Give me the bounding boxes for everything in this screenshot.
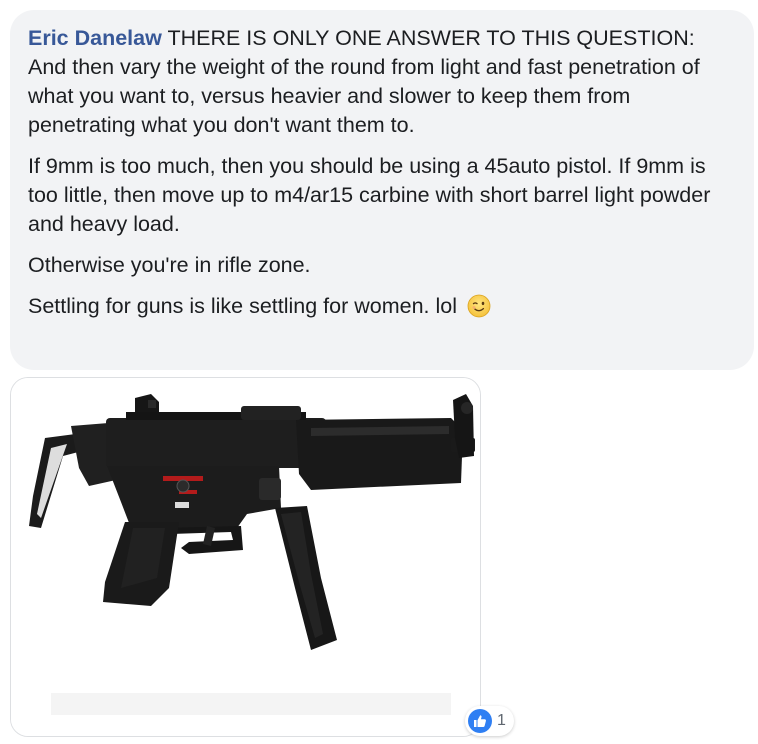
reaction-summary[interactable]: 1	[465, 706, 514, 736]
comment-first-paragraph: Eric Danelaw THERE IS ONLY ONE ANSWER TO…	[28, 24, 734, 140]
reaction-count: 1	[497, 712, 506, 729]
winking-face-emoji-icon	[467, 294, 491, 326]
comment-paragraph-3: Otherwise you're in rifle zone.	[28, 253, 311, 277]
thumbs-up-like-icon	[468, 709, 492, 733]
comment-author-link[interactable]: Eric Danelaw	[28, 26, 162, 50]
submachine-gun-image	[11, 378, 480, 736]
comment-line-text: And then vary the weight of the round fr…	[28, 55, 700, 137]
comment-paragraph-4: Settling for guns is like settling for w…	[28, 292, 734, 326]
comment-last-line-text: Settling for guns is like settling for w…	[28, 294, 458, 318]
comment-paragraph-2: If 9mm is too much, then you should be u…	[28, 154, 711, 236]
attached-photo[interactable]	[10, 377, 481, 737]
comment-bubble: Eric Danelaw THERE IS ONLY ONE ANSWER TO…	[10, 10, 754, 370]
comment-heading-text: THERE IS ONLY ONE ANSWER TO THIS QUESTIO…	[167, 26, 695, 50]
